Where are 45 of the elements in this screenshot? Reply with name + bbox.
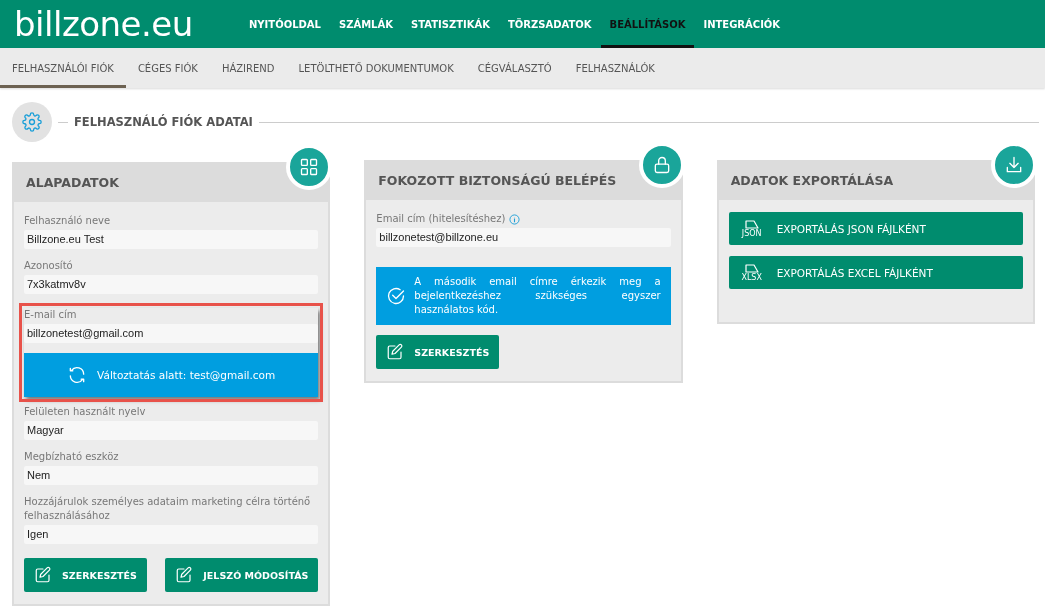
edit-icon [386, 343, 405, 361]
section-title: FELHASZNÁLÓ FIÓK ADATAI [74, 115, 253, 129]
nav-tab[interactable]: STATISZTIKÁK [401, 0, 499, 48]
billzone-logo: billzone.eu [13, 3, 194, 46]
edit-button[interactable]: SZERKESZTÉS [24, 558, 147, 592]
edit-button[interactable]: JELSZÓ MÓDOSÍTÁS [165, 558, 319, 592]
field-value: billzonetest@billzone.eu [376, 228, 671, 247]
field-label: Megbízható eszköz [24, 450, 119, 464]
grid-icon [299, 157, 320, 177]
nav-tab[interactable]: NYITÓOLDAL [240, 0, 330, 48]
field-label: Azonosító [24, 259, 73, 273]
download-icon [1004, 155, 1024, 175]
subnav-tab[interactable]: FELHASZNÁLÓI FIÓK [0, 48, 126, 88]
field-label: Email cím (hitelesítéshez) [376, 212, 506, 226]
field-label: Felületen használt nyelv [24, 405, 146, 419]
edit-button[interactable]: SZERKESZTÉS [376, 335, 500, 369]
nav-tab[interactable]: SZÁMLÁK [329, 0, 402, 48]
subnav-tab[interactable]: CÉGVÁLASZTÓ [465, 48, 564, 88]
nav-tab[interactable]: TÖRZSADATOK [498, 0, 601, 48]
edit-icon [175, 566, 194, 584]
field-label: E-mail cím [24, 308, 77, 322]
pending-change-banner: Változtatás alatt: test@gmail.com [24, 353, 319, 397]
field-value: 7x3katmv8v [24, 275, 319, 294]
field-label: Felhasználó neve [24, 214, 111, 228]
subnav-tab[interactable]: HÁZIREND [209, 48, 287, 88]
settings-icon [12, 102, 52, 142]
field-value: Magyar [24, 421, 319, 440]
card-title: ADATOK EXPORTÁLÁSA [718, 160, 1033, 200]
export-button[interactable]: XLSX EXPORTÁLÁS EXCEL FÁJLKÉNT [728, 256, 1023, 289]
nav-tab[interactable]: INTEGRÁCIÓK [694, 0, 790, 48]
field-value: Igen [24, 525, 319, 544]
card-title: ALAPADATOK [14, 162, 329, 202]
export-button[interactable]: JSON EXPORTÁLÁS JSON FÁJLKÉNT [728, 212, 1023, 245]
check-circle-icon [386, 286, 407, 306]
field-value: billzonetest@gmail.com [24, 324, 319, 343]
info-icon[interactable] [509, 213, 521, 225]
card-title: FOKOZOTT BIZTONSÁGÚ BELÉPÉS [366, 160, 681, 200]
info-banner: A második email címre érkezik meg a bejelentkezéshez szükséges egyszer használatos kód. [376, 267, 671, 325]
field-value: Nem [24, 466, 319, 485]
subnav-tab[interactable]: LETÖLTHETŐ DOKUMENTUMOK [286, 48, 466, 88]
field-label: Hozzájárulok személyes adataim marketing célra történő felhasználásához [24, 495, 312, 523]
edit-icon [34, 566, 52, 584]
field-value: Billzone.eu Test [24, 230, 319, 249]
subnav-tab[interactable]: FELHASZNÁLÓK [563, 48, 667, 88]
subnav-tab[interactable]: CÉGES FIÓK [125, 48, 210, 88]
